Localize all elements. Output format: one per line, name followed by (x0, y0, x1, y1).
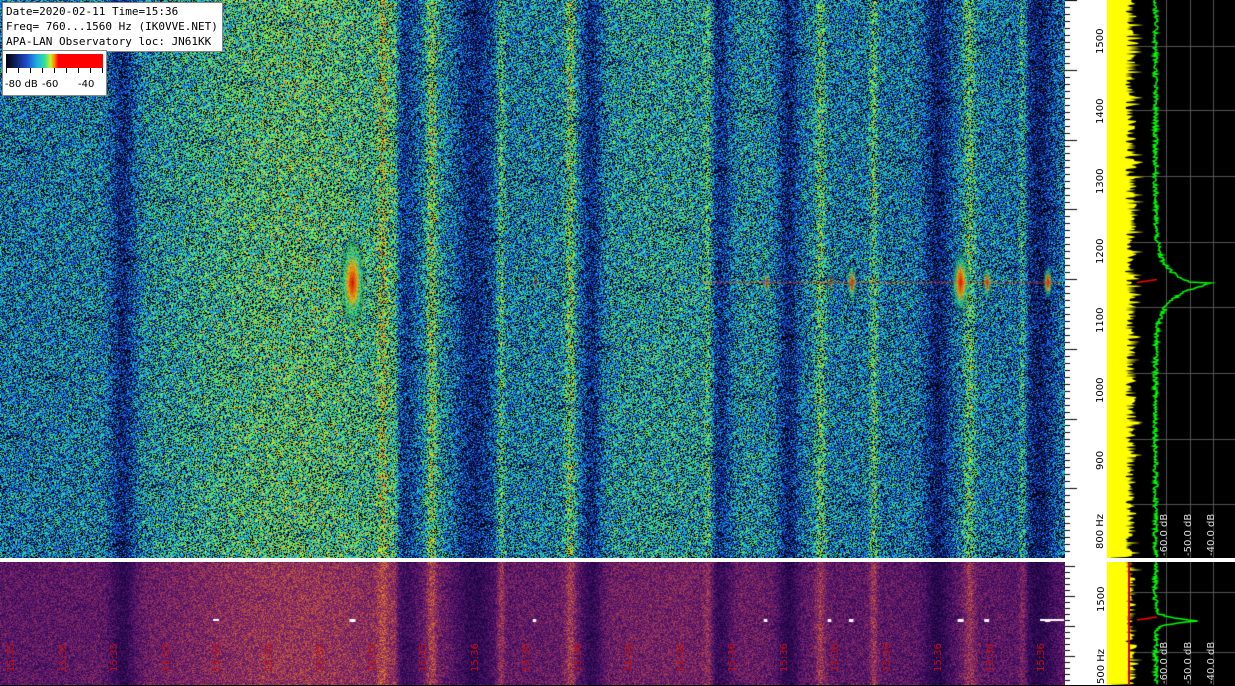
time-label: 15:35 (418, 643, 429, 672)
color-legend: -80 dB -60 -40 (2, 50, 107, 96)
info-date-time: Date=2020-02-11 Time=15:36 (6, 5, 179, 18)
time-label: 15:36 (1036, 643, 1047, 672)
frequency-tick-label: 1300 (1095, 168, 1106, 194)
time-label: 15:36 (778, 643, 790, 672)
color-legend-bar (6, 54, 103, 68)
time-label: 15:35 (160, 643, 172, 672)
time-label: 15:36 (830, 643, 841, 672)
db-tick-label: -50.0 dB (1183, 513, 1194, 556)
color-legend-ticks (6, 68, 103, 74)
legend-label-max: -40 (78, 79, 95, 90)
time-label: 15:36 (521, 643, 532, 672)
overview-frequency-tick-label: 500 Hz (1096, 648, 1107, 684)
frequency-tick-label: 1000 (1095, 377, 1106, 403)
frequency-tick-label: 800 Hz (1095, 513, 1106, 549)
overview-db-tick-label: -40.0 dB (1206, 641, 1217, 684)
legend-label-min: -80 dB (5, 79, 38, 90)
main-waterfall (0, 0, 1065, 558)
time-label: 15:36 (881, 643, 893, 672)
main-spectrum (1107, 0, 1235, 558)
overview-frequency-tick-label: 1500 (1096, 586, 1107, 612)
frequency-tick-label: 900 (1095, 450, 1106, 470)
time-label: 15:36 (469, 643, 481, 672)
overview-waterfall (0, 562, 1065, 685)
legend-label-mid: -60 (42, 79, 59, 90)
time-label: 15:36 (933, 643, 944, 672)
time-label: 15:36 (572, 643, 584, 672)
time-label: 15:35 (212, 643, 223, 672)
main-frequency-axis (1065, 0, 1107, 558)
time-label: 15:36 (624, 643, 635, 672)
db-tick-label: -40.0 dB (1206, 513, 1217, 556)
frequency-tick-label: 1400 (1095, 98, 1106, 124)
time-label: 15:35 (57, 643, 69, 672)
info-observatory: APA-LAN Observatory loc: JN61KK (6, 35, 212, 48)
frequency-tick-label: 1500 (1095, 28, 1106, 55)
panel-separator (0, 558, 1235, 562)
time-label: 15:35 (263, 643, 275, 672)
time-label: 15:35 (366, 643, 378, 672)
time-label: 15:36 (675, 643, 687, 672)
time-label: 15:36 (984, 643, 996, 672)
time-label: 15:35 (315, 643, 326, 672)
time-label: 15:35 (109, 643, 120, 672)
spectrogram-root: Date=2020-02-11 Time=15:36 Freq= 760...1… (0, 0, 1235, 686)
overview-db-tick-label: -50.0 dB (1183, 641, 1194, 684)
frequency-tick-label: 1200 (1095, 238, 1106, 264)
time-label: 15:35 (6, 643, 17, 672)
info-frequency-range: Freq= 760...1560 Hz (IK0VVE.NET) (6, 20, 218, 33)
info-box: Date=2020-02-11 Time=15:36 Freq= 760...1… (2, 2, 223, 52)
overview-db-tick-label: -60.0 dB (1159, 641, 1170, 684)
time-label: 15:36 (727, 643, 738, 672)
db-tick-label: -60.0 dB (1159, 513, 1170, 556)
frequency-tick-label: 1100 (1095, 307, 1106, 334)
